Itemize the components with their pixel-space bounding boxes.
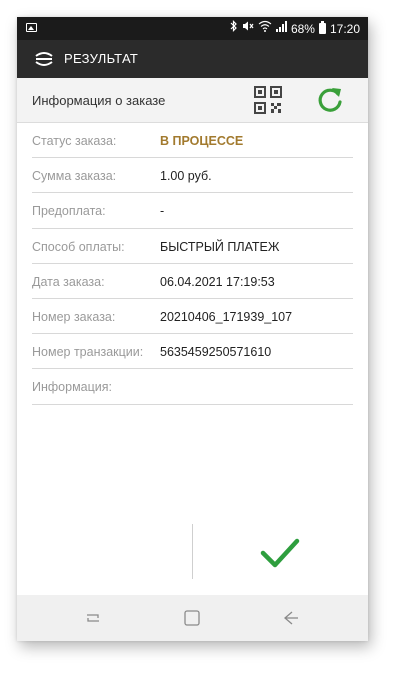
detail-label: Дата заказа: <box>32 274 105 289</box>
detail-row-order-date: Дата заказа: 06.04.2021 17:19:53 <box>32 264 353 299</box>
gallery-icon <box>26 23 37 32</box>
order-date-value: 06.04.2021 17:19:53 <box>160 274 275 289</box>
refresh-icon[interactable] <box>315 85 345 115</box>
detail-row-status: Статус заказа: В ПРОЦЕССЕ <box>32 123 353 159</box>
back-icon[interactable] <box>280 607 302 629</box>
status-value: В ПРОЦЕССЕ <box>160 134 244 148</box>
detail-row-information: Информация: <box>32 369 353 405</box>
home-icon[interactable] <box>181 607 203 629</box>
action-divider <box>192 524 193 579</box>
detail-row-transaction-number: Номер транзакции: 5635459250571610 <box>32 334 353 370</box>
amount-value: 1.00 руб. <box>160 169 212 184</box>
detail-row-amount: Сумма заказа: 1.00 руб. <box>32 158 353 194</box>
app-bar: РЕЗУЛЬТАТ <box>17 40 368 78</box>
detail-label: Статус заказа: <box>32 134 117 148</box>
detail-label: Номер заказа: <box>32 309 116 324</box>
app-logo-icon <box>34 50 54 68</box>
order-info-header: Информация о заказе <box>17 78 368 123</box>
qr-code-icon[interactable] <box>253 85 283 115</box>
checkmark-icon[interactable] <box>257 529 303 575</box>
signal-icon <box>275 20 287 37</box>
detail-row-order-number: Номер заказа: 20210406_171939_107 <box>32 299 353 335</box>
phone-screen: 68% 17:20 РЕЗУЛЬТАТ Информация о заказе <box>17 17 368 641</box>
battery-percentage: 68% <box>290 21 315 36</box>
order-number-value: 20210406_171939_107 <box>160 309 293 324</box>
payment-method-value: БЫСТРЫЙ ПЛАТЕЖ <box>160 239 280 254</box>
detail-label: Способ оплаты: <box>32 239 125 254</box>
app-title: РЕЗУЛЬТАТ <box>64 51 139 66</box>
detail-label: Информация: <box>32 380 113 395</box>
detail-row-payment-method: Способ оплаты: БЫСТРЫЙ ПЛАТЕЖ <box>32 229 353 264</box>
detail-row-prepayment: Предоплата: - <box>32 193 353 229</box>
prepayment-value: - <box>160 204 165 219</box>
battery-icon <box>318 21 326 34</box>
order-details-list: Статус заказа: В ПРОЦЕССЕ Сумма заказа: … <box>32 123 353 405</box>
mute-icon <box>242 20 254 37</box>
bluetooth-icon <box>230 20 238 37</box>
wifi-icon <box>258 20 272 37</box>
section-title: Информация о заказе <box>32 93 166 108</box>
clock: 17:20 <box>329 21 360 36</box>
recent-apps-icon[interactable] <box>82 607 104 629</box>
status-icons: 68% 17:20 <box>230 20 360 37</box>
detail-label: Предоплата: <box>32 204 106 219</box>
transaction-number-value: 5635459250571610 <box>160 345 272 360</box>
detail-label: Номер транзакции: <box>32 345 144 360</box>
status-bar: 68% 17:20 <box>17 17 368 40</box>
detail-label: Сумма заказа: <box>32 169 117 184</box>
navigation-bar <box>17 595 368 641</box>
